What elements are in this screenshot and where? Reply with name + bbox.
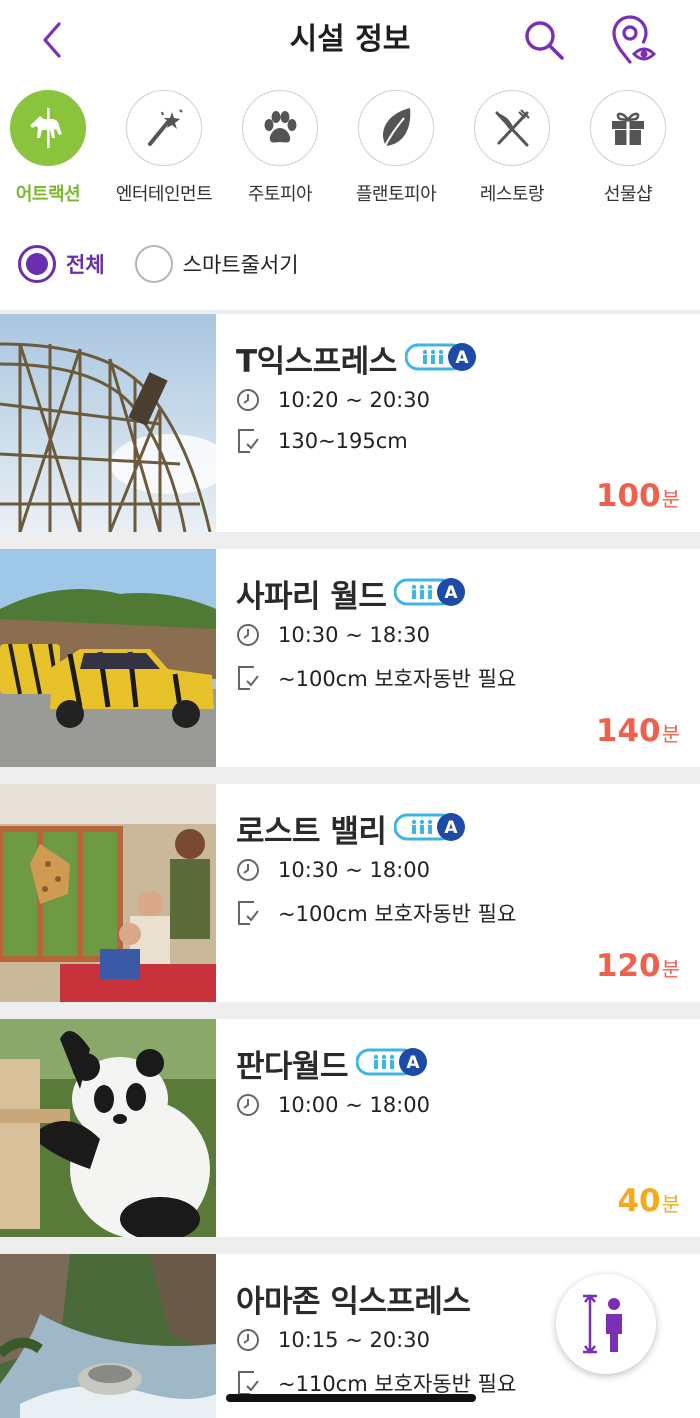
page-title: 시설 정보	[289, 22, 411, 57]
checklist-icon	[238, 666, 259, 690]
leaf-icon	[383, 108, 411, 149]
attraction-card[interactable]: 사파리 월드 A 10:30 ~ 18:30 ~100cm 보호자동반 필요 1…	[0, 549, 700, 767]
operating-hours: 10:20 ~ 20:30	[278, 388, 430, 412]
search-icon	[525, 21, 564, 60]
checklist-icon	[238, 429, 259, 453]
height-requirement: 130~195cm	[278, 429, 408, 453]
magic-wand-icon	[148, 109, 183, 146]
clock-icon	[237, 389, 259, 411]
wait-time: 100분	[595, 478, 680, 514]
radio-button-checked[interactable]	[18, 245, 56, 283]
svg-text:A: A	[455, 348, 469, 368]
category-label: 선물샵	[603, 184, 653, 205]
wait-time: 140분	[595, 713, 680, 749]
operating-hours: 10:00 ~ 18:00	[278, 1093, 430, 1117]
clock-icon	[237, 1094, 259, 1116]
fork-knife-icon	[495, 109, 530, 147]
category-attraction[interactable]: 어트랙션	[0, 90, 106, 206]
filter-group: 전체 스마트줄서기	[18, 244, 329, 284]
attraction-name: 판다월드	[236, 1049, 349, 1085]
smart-queue-badge-icon: A	[393, 577, 466, 611]
wait-time: 40분	[617, 1183, 680, 1219]
chevron-left-icon	[43, 22, 61, 58]
svg-text:A: A	[445, 583, 459, 603]
giraffe-bus-image	[0, 784, 216, 1002]
category-label: 어트랙션	[15, 184, 81, 205]
clock-icon	[237, 624, 259, 646]
category-label: 주토피아	[247, 184, 313, 205]
attraction-name: 사파리 월드	[236, 579, 387, 615]
attraction-list: T익스프레스 A 10:20 ~ 20:30 130~195cm 100분 사파…	[0, 310, 700, 1418]
height-measure-person-icon	[583, 1294, 622, 1354]
filter-label: 전체	[66, 253, 105, 277]
smart-queue-badge-icon: A	[404, 342, 477, 376]
category-label: 플랜토피아	[355, 184, 437, 205]
svg-text:A: A	[445, 818, 459, 838]
map-pin-eye-icon	[612, 15, 657, 64]
filter-label: 스마트줄서기	[182, 253, 299, 277]
category-label: 엔터테인먼트	[115, 184, 213, 205]
river-rafting-image	[0, 1254, 216, 1418]
checklist-icon	[238, 1371, 259, 1395]
operating-hours: 10:30 ~ 18:00	[278, 858, 430, 882]
carousel-horse-icon	[30, 108, 62, 148]
category-label: 레스토랑	[479, 184, 545, 205]
back-button[interactable]	[30, 18, 74, 62]
checklist-icon	[238, 901, 259, 925]
clock-icon	[237, 859, 259, 881]
safari-truck-image	[0, 549, 216, 767]
height-filter-button[interactable]	[556, 1274, 656, 1374]
attraction-name: T익스프레스	[236, 344, 397, 380]
height-requirement: ~100cm 보호자동반 필요	[278, 902, 517, 926]
category-plantopia[interactable]: 플랜토피아	[338, 90, 454, 206]
attraction-name: 로스트 밸리	[236, 814, 387, 850]
attraction-card[interactable]: 로스트 밸리 A 10:30 ~ 18:00 ~100cm 보호자동반 필요 1…	[0, 784, 700, 1002]
category-restaurant[interactable]: 레스토랑	[454, 90, 570, 206]
header: 시설 정보	[0, 0, 700, 80]
search-button[interactable]	[518, 14, 570, 66]
operating-hours: 10:30 ~ 18:30	[278, 623, 430, 647]
height-requirement: ~100cm 보호자동반 필요	[278, 667, 517, 691]
smart-queue-badge-icon: A	[355, 1047, 428, 1081]
home-indicator	[226, 1394, 476, 1402]
attraction-card[interactable]: 판다월드 A 10:00 ~ 18:00 40분	[0, 1019, 700, 1237]
filter-smart-queue-radio[interactable]: 스마트줄서기	[134, 245, 299, 283]
clock-icon	[237, 1329, 259, 1351]
roller-coaster-image	[0, 314, 216, 532]
paw-icon	[264, 111, 297, 143]
wait-time: 120분	[595, 948, 680, 984]
smart-queue-badge-icon: A	[393, 812, 466, 846]
gift-icon	[612, 112, 644, 145]
attraction-name: 아마존 익스프레스	[236, 1284, 471, 1320]
category-zootopia[interactable]: 주토피아	[222, 90, 338, 206]
attraction-card[interactable]: T익스프레스 A 10:20 ~ 20:30 130~195cm 100분	[0, 314, 700, 532]
panda-image	[0, 1019, 216, 1237]
operating-hours: 10:15 ~ 20:30	[278, 1328, 430, 1352]
category-entertainment[interactable]: 엔터테인먼트	[106, 90, 222, 206]
filter-all-radio[interactable]: 전체	[18, 245, 105, 283]
radio-button-unchecked[interactable]	[134, 245, 173, 283]
category-gift-shop[interactable]: 선물샵	[570, 90, 686, 206]
svg-text:A: A	[407, 1053, 421, 1073]
category-tabs: 어트랙션 엔터테인먼트 주토피아 플랜토피아 레스토랑 선물샵	[0, 90, 700, 210]
map-view-button[interactable]	[606, 12, 662, 68]
